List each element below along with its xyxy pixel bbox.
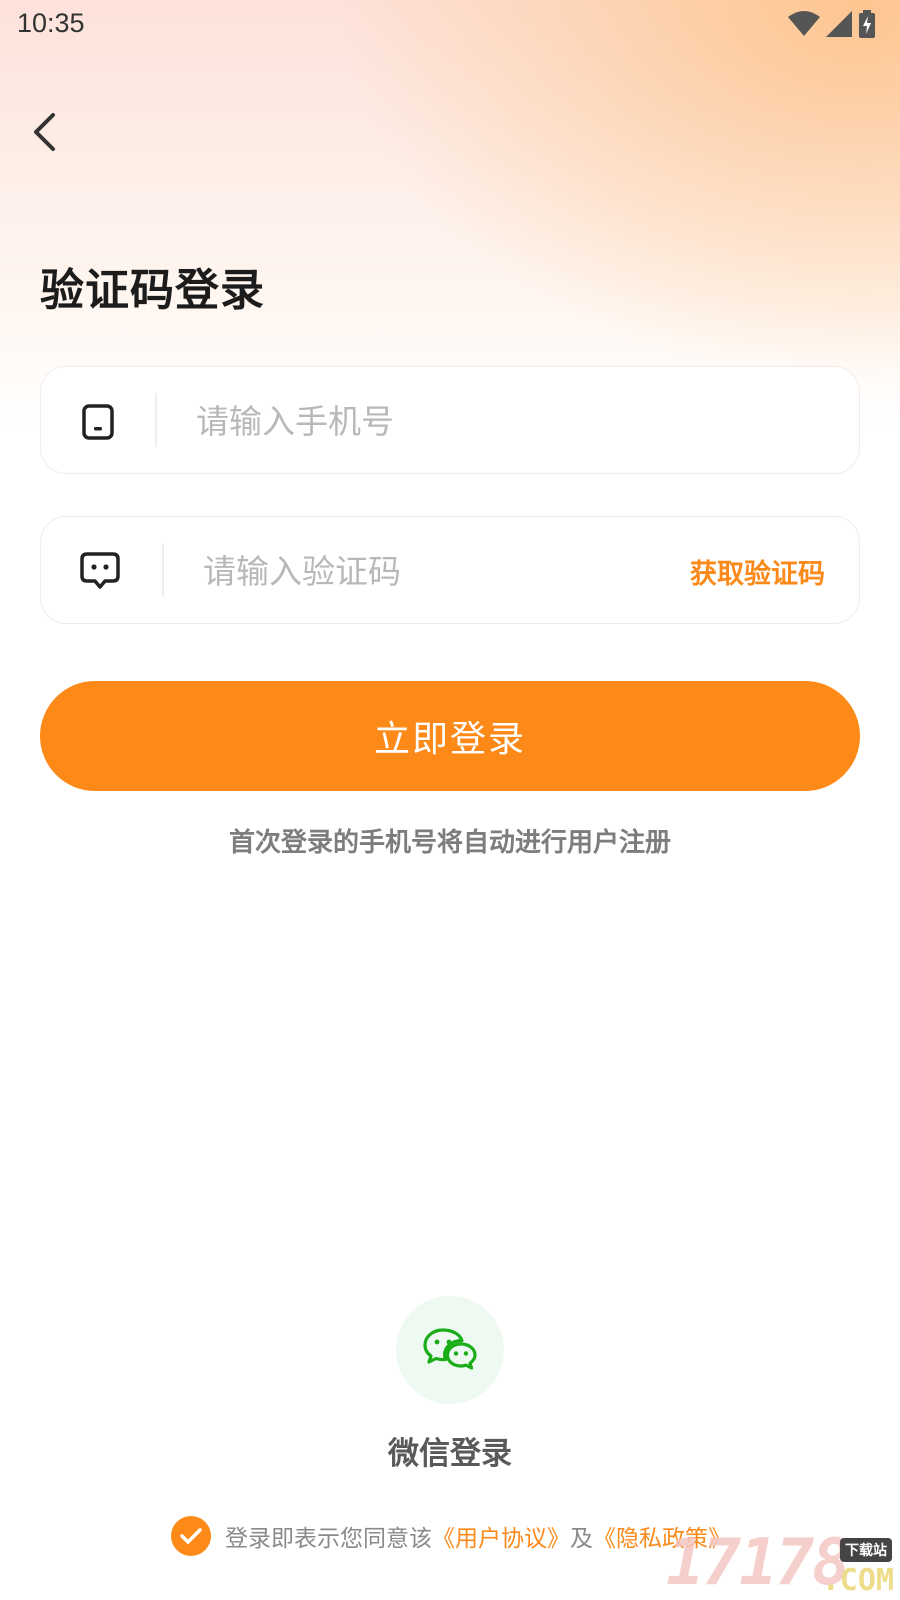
- get-code-button[interactable]: 获取验证码: [690, 552, 825, 591]
- wechat-login-button[interactable]: [396, 1296, 504, 1404]
- page-title: 验证码登录: [40, 265, 265, 316]
- watermark-tag: 下载站: [840, 1538, 892, 1562]
- wechat-login-label: 微信登录: [388, 1436, 512, 1472]
- signal-icon: [826, 11, 852, 37]
- agreement-checkbox[interactable]: [171, 1516, 211, 1556]
- agreement-row: 登录即表示您同意该《用户协议》及《隐私政策》: [171, 1516, 731, 1556]
- register-note: 首次登录的手机号将自动进行用户注册: [228, 828, 671, 858]
- status-icons: [788, 10, 876, 38]
- check-icon: [180, 1528, 202, 1544]
- agreement-text: 登录即表示您同意该《用户协议》及《隐私政策》: [225, 1519, 731, 1553]
- agreement-conjunction: 及: [570, 1526, 593, 1552]
- chevron-left-icon: [34, 113, 55, 151]
- watermark-suffix: .COM: [821, 1563, 894, 1598]
- phone-field: [40, 366, 860, 474]
- code-input[interactable]: [203, 545, 623, 597]
- wechat-icon: [423, 1328, 477, 1370]
- field-divider: [162, 543, 164, 597]
- status-time: 10:35: [17, 8, 85, 38]
- field-divider: [155, 393, 157, 447]
- site-watermark: 17178 .COM 下载站: [666, 1526, 896, 1600]
- user-agreement-link[interactable]: 《用户协议》: [432, 1526, 570, 1552]
- message-icon: [80, 552, 120, 589]
- login-button[interactable]: 立即登录: [40, 681, 860, 791]
- code-field: 获取验证码: [40, 516, 860, 624]
- agreement-prefix: 登录即表示您同意该: [225, 1526, 432, 1552]
- battery-icon: [859, 10, 875, 38]
- wifi-icon: [788, 11, 820, 36]
- back-button[interactable]: [24, 108, 64, 156]
- phone-icon: [82, 404, 114, 440]
- phone-input[interactable]: [196, 395, 616, 447]
